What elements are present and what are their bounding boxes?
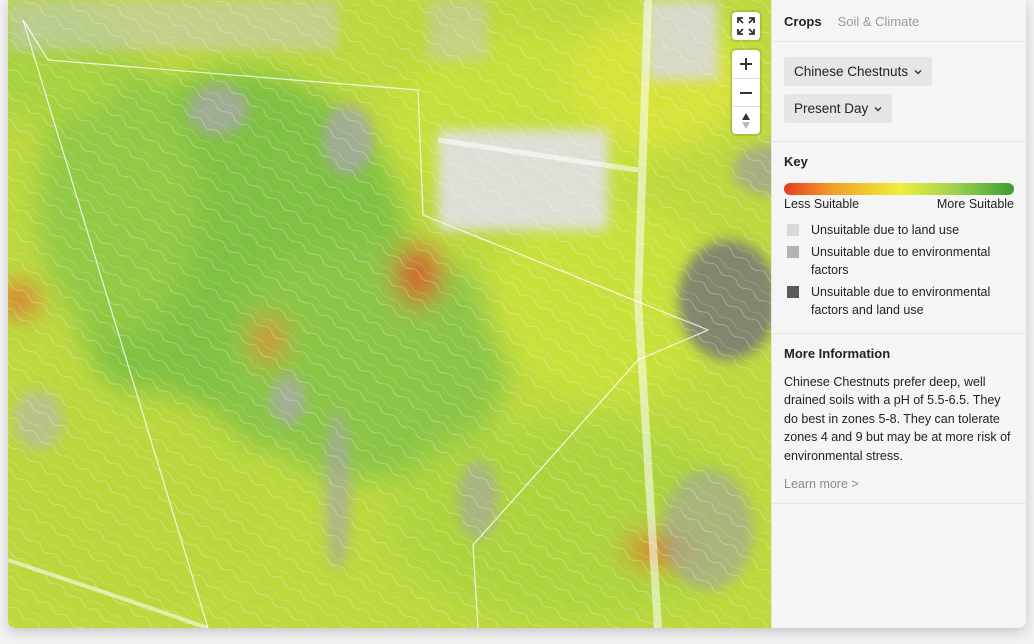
period-dropdown-row: Present Day [784,94,1014,131]
swatch-medium-gray [787,246,799,258]
learn-more-link[interactable]: Learn more > [784,477,859,491]
period-dropdown[interactable]: Present Day [784,94,893,123]
tab-soil-climate[interactable]: Soil & Climate [838,14,920,41]
compass-icon[interactable] [732,106,760,134]
more-suitable-label: More Suitable [936,197,1014,211]
side-panel: Crops Soil & Climate Chinese Chestnuts P… [771,0,1026,628]
crop-dropdown[interactable]: Chinese Chestnuts [784,57,933,86]
swatch-dark-gray [787,286,799,298]
key-title: Key [784,154,808,169]
period-dropdown-label: Present Day [794,101,869,116]
key-section: Key Less Suitable More Suitable Unsuitab… [772,142,1026,334]
key-item-label: Unsuitable due to land use [811,223,960,237]
key-item-label: Unsuitable due to environmental factors [811,245,991,277]
more-info-section: More Information Chinese Chestnuts prefe… [772,334,1026,505]
key-item-label: Unsuitable due to environmental factors … [811,285,991,317]
crop-dropdown-label: Chinese Chestnuts [794,64,909,79]
key-item-environmental-and-land-use: Unsuitable due to environmental factors … [784,283,1014,319]
key-item-environmental: Unsuitable due to environmental factors [784,243,1014,279]
zoom-control [732,50,760,134]
map-layer [8,0,771,628]
zoom-in-icon[interactable] [732,50,760,78]
crop-dropdown-row: Chinese Chestnuts [784,57,1014,94]
fullscreen-icon[interactable] [732,12,760,40]
chevron-down-icon [874,106,882,111]
more-info-title: More Information [784,346,891,361]
panel-tabs: Crops Soil & Climate [772,0,1026,42]
selector-group: Chinese Chestnuts Present Day [772,42,1026,142]
chevron-down-icon [914,69,922,74]
swatch-light-gray [787,224,799,236]
key-item-land-use: Unsuitable due to land use [784,221,1014,239]
suitability-map[interactable] [8,0,771,628]
less-suitable-label: Less Suitable [784,197,860,211]
gradient-labels: Less Suitable More Suitable [784,197,1014,211]
zoom-out-icon[interactable] [732,78,760,106]
fullscreen-control[interactable] [732,12,760,40]
app-frame: Crops Soil & Climate Chinese Chestnuts P… [8,0,1026,628]
tab-crops[interactable]: Crops [784,14,822,41]
contour-lines [8,0,771,628]
suitability-gradient [784,183,1014,195]
crop-description: Chinese Chestnuts prefer deep, well drai… [784,375,1011,463]
